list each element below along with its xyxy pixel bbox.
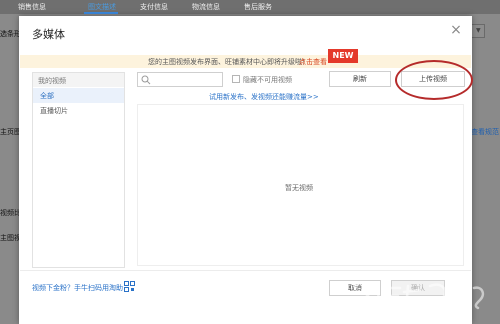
bg-label-video-ratio: 视频比	[0, 209, 21, 217]
hide-unavailable-label: 隐藏不可用视频	[243, 76, 292, 84]
annotation-circle	[395, 60, 473, 100]
qr-code-icon[interactable]	[124, 281, 135, 292]
trial-new-publish-link[interactable]: 试用新发布、发视频还能赚流量>>	[209, 92, 319, 102]
bg-tab-description[interactable]: 图文描述	[88, 2, 116, 12]
bg-label-barcode: 选条形	[0, 30, 21, 38]
search-icon	[141, 75, 151, 85]
video-list-area: 暂无视频	[137, 104, 464, 266]
hide-unavailable-checkbox[interactable]	[232, 75, 240, 83]
dialog-title: 多媒体	[32, 28, 65, 41]
bg-label-main-image: 主页图	[0, 128, 21, 136]
empty-state-text: 暂无视频	[285, 184, 313, 192]
footer-help-link[interactable]: 视频下金粉？手牛扫码用淘助	[32, 283, 123, 293]
video-search-input[interactable]	[137, 72, 223, 87]
notice-view-link[interactable]: 点击查看	[299, 57, 327, 67]
chevron-down-icon: ▼	[476, 27, 481, 34]
background-tab-bar: 销售信息 图文描述 支付信息 物流信息 售后服务	[0, 0, 500, 14]
bg-tab-payment[interactable]: 支付信息	[140, 2, 168, 12]
bg-tab-aftersales[interactable]: 售后服务	[244, 2, 272, 12]
footer-divider	[20, 270, 471, 271]
sidebar-item-label: 全部	[40, 92, 54, 100]
watermark-logo	[352, 281, 485, 310]
refresh-button[interactable]: 刷新	[329, 71, 391, 87]
bg-tab-sales[interactable]: 销售信息	[18, 2, 46, 12]
active-tab-indicator	[84, 12, 118, 14]
bg-label-main-video: 主图视	[0, 234, 21, 242]
close-icon[interactable]: ×	[449, 22, 463, 38]
new-badge: NEW	[328, 49, 358, 63]
sidebar-header: 我的视频	[33, 73, 124, 87]
video-category-sidebar: 我的视频 全部 直播切片	[32, 72, 125, 268]
sidebar-item-label: 直播切片	[40, 107, 68, 115]
sidebar-header-label: 我的视频	[38, 77, 66, 85]
notice-text: 您的主图视频发布界面、旺铺素材中心即将升级啦！	[148, 58, 309, 66]
bg-view-spec-link[interactable]: 查看规范	[471, 127, 499, 137]
sidebar-item-live-clips[interactable]: 直播切片	[33, 103, 124, 118]
sidebar-item-all[interactable]: 全部	[33, 88, 124, 103]
bg-tab-logistics[interactable]: 物流信息	[192, 2, 220, 12]
